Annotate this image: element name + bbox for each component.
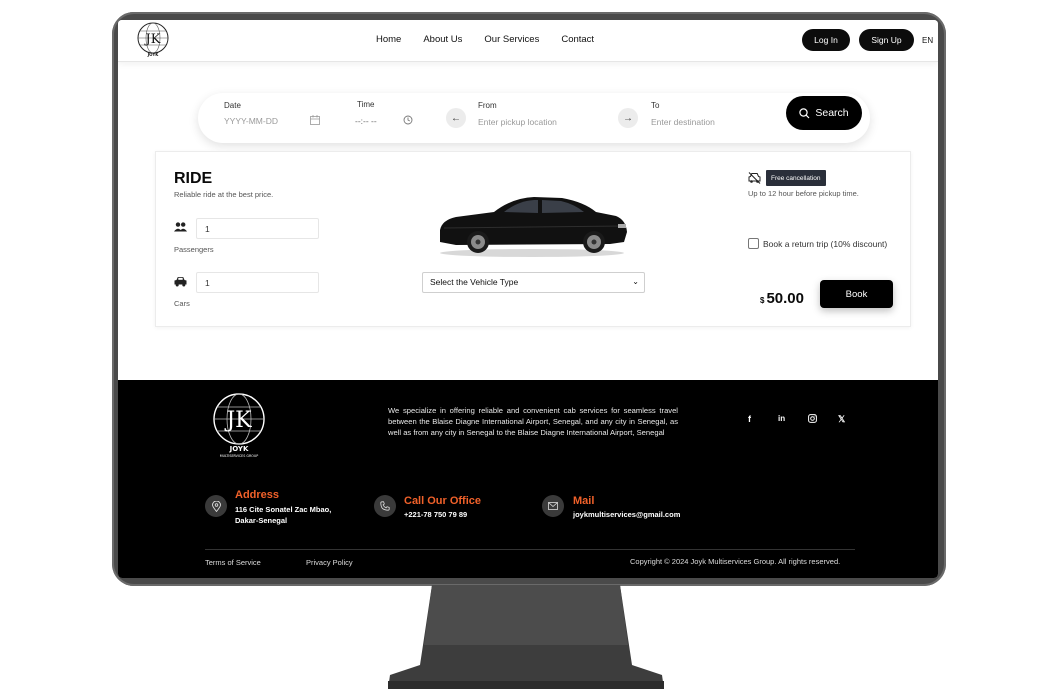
- date-input[interactable]: YYYY-MM-DD: [224, 116, 278, 126]
- linkedin-icon[interactable]: in: [778, 414, 785, 423]
- return-trip-checkbox[interactable]: [748, 238, 759, 249]
- car-icon: [174, 276, 187, 290]
- footer-divider: [205, 549, 855, 550]
- nav-about-us[interactable]: About Us: [423, 34, 462, 45]
- to-input[interactable]: Enter destination: [651, 117, 715, 127]
- address-line-2: Dakar-Senegal: [235, 516, 288, 525]
- nav-contact[interactable]: Contact: [561, 34, 594, 45]
- mail-address[interactable]: joykmultiservices@gmail.com: [573, 509, 680, 520]
- phone-title: Call Our Office: [404, 495, 482, 507]
- search-icon: [799, 107, 810, 118]
- language-selector[interactable]: EN: [922, 36, 933, 45]
- footer-logo-monogram: JK: [224, 408, 252, 433]
- ride-card: RIDE Reliable ride at the best price. 1 …: [155, 151, 911, 327]
- time-label: Time: [357, 100, 375, 109]
- signup-button[interactable]: Sign Up: [859, 29, 914, 51]
- footer-logo-wordmark: JOYK: [229, 445, 249, 453]
- price: $50.00: [760, 290, 804, 307]
- passengers-input[interactable]: 1: [196, 218, 319, 239]
- passengers-icon: [174, 222, 187, 235]
- address-line-1: 116 Cite Sonatel Zac Mbao,: [235, 505, 332, 514]
- footer-about-text: We specialize in offering reliable and c…: [388, 406, 678, 437]
- price-currency: $: [760, 296, 765, 305]
- screen: JK JOYK Home About Us Our Services Conta…: [118, 20, 938, 578]
- price-value: 50.00: [766, 290, 804, 307]
- logo-monogram: JK: [144, 32, 161, 47]
- swap-right-icon[interactable]: →: [618, 108, 638, 128]
- cars-label: Cars: [174, 299, 190, 308]
- no-car-icon: [748, 172, 761, 187]
- footer-logo[interactable]: JK JOYK MULTISERVICES GROUP: [210, 392, 268, 458]
- phone-icon: [374, 495, 396, 517]
- mail-title: Mail: [573, 495, 595, 507]
- footer-logo-tagline: MULTISERVICES GROUP: [220, 454, 259, 458]
- return-trip-label[interactable]: Book a return trip (10% discount): [763, 239, 887, 249]
- ride-subtitle: Reliable ride at the best price.: [174, 190, 274, 199]
- facebook-icon[interactable]: f: [748, 414, 751, 424]
- date-label: Date: [224, 101, 241, 110]
- book-button[interactable]: Book: [820, 280, 893, 308]
- location-pin-icon: [205, 495, 227, 517]
- login-button[interactable]: Log In: [802, 29, 850, 51]
- company-logo[interactable]: JK JOYK: [136, 21, 170, 59]
- clock-icon[interactable]: [403, 115, 413, 127]
- address-title: Address: [235, 489, 280, 501]
- ride-title: RIDE: [174, 170, 213, 187]
- search-label: Search: [815, 107, 849, 119]
- free-cancellation-badge: Free cancellation: [766, 170, 826, 186]
- calendar-icon[interactable]: [310, 115, 320, 127]
- swap-left-icon[interactable]: ←: [446, 108, 466, 128]
- passengers-label: Passengers: [174, 245, 214, 254]
- search-button[interactable]: Search: [786, 96, 862, 130]
- vehicle-type-select[interactable]: Select the Vehicle Type ⌄: [422, 272, 645, 293]
- chevron-down-icon: ⌄: [632, 277, 639, 286]
- cars-input[interactable]: 1: [196, 272, 319, 293]
- copyright-text: Copyright © 2024 Joyk Multiservices Grou…: [630, 557, 841, 566]
- phone-number[interactable]: +221-78 750 79 89: [404, 509, 467, 520]
- nav-home[interactable]: Home: [376, 34, 401, 45]
- terms-link[interactable]: Terms of Service: [205, 558, 261, 567]
- nav-our-services[interactable]: Our Services: [484, 34, 539, 45]
- instagram-icon[interactable]: [808, 414, 817, 425]
- monitor-stand: [388, 585, 664, 689]
- to-label: To: [651, 101, 660, 110]
- nav-links: Home About Us Our Services Contact: [376, 34, 616, 45]
- vehicle-image: [440, 197, 627, 257]
- mail-icon: [542, 495, 564, 517]
- booking-search-bar: Date YYYY-MM-DD Time --:-- -- ← From Ent…: [198, 93, 870, 143]
- time-input[interactable]: --:-- --: [355, 116, 377, 126]
- cancellation-note: Up to 12 hour before pickup time.: [748, 189, 859, 198]
- logo-wordmark: JOYK: [147, 52, 160, 57]
- from-label: From: [478, 101, 497, 110]
- top-navbar: JK JOYK Home About Us Our Services Conta…: [118, 20, 938, 62]
- footer: JK JOYK MULTISERVICES GROUP We specializ…: [118, 380, 938, 578]
- x-icon[interactable]: 𝕏: [838, 414, 845, 425]
- from-input[interactable]: Enter pickup location: [478, 117, 557, 127]
- vehicle-type-value: Select the Vehicle Type: [430, 277, 519, 287]
- privacy-link[interactable]: Privacy Policy: [306, 558, 353, 567]
